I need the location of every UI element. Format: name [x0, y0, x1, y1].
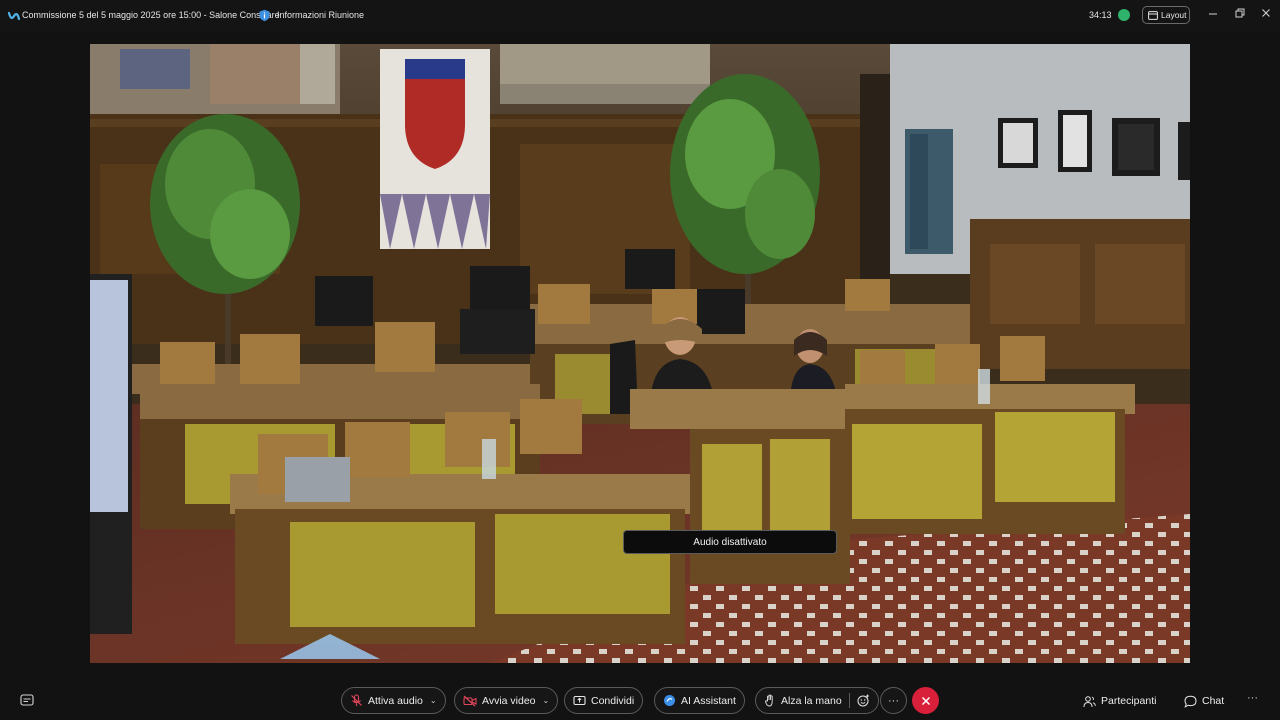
microphone-muted-icon — [351, 694, 362, 706]
layout-label: Layout — [1161, 10, 1187, 20]
video-feed[interactable]: Audio disattivato — [90, 44, 1190, 663]
divider — [848, 693, 850, 708]
participants-icon — [1083, 695, 1096, 707]
share-button[interactable]: Condividi — [564, 687, 644, 714]
close-x-icon — [921, 696, 930, 705]
camera-off-icon — [463, 695, 477, 706]
raise-hand-icon — [765, 694, 773, 707]
leave-meeting-button[interactable] — [912, 687, 939, 714]
overflow-menu-icon[interactable]: ··· — [1247, 692, 1258, 704]
participants-label: Partecipanti — [1101, 695, 1157, 707]
chevron-down-icon[interactable]: ⌄ — [430, 696, 437, 705]
meeting-timer: 34:13 — [1089, 10, 1112, 20]
participants-button[interactable]: Partecipanti — [1083, 692, 1156, 710]
audio-muted-toast: Audio disattivato — [623, 530, 837, 554]
start-video-button[interactable]: Avvia video ⌄ — [454, 687, 559, 714]
chat-bubble-icon — [1184, 695, 1197, 708]
chat-label: Chat — [1202, 695, 1225, 707]
chat-button[interactable]: Chat — [1184, 692, 1224, 710]
unmute-audio-label: Attiva audio — [368, 694, 423, 707]
meeting-title: Commissione 5 del 5 maggio 2025 ore 15:0… — [22, 10, 280, 20]
connection-status-dot[interactable] — [1118, 9, 1130, 21]
captions-icon[interactable] — [20, 693, 34, 707]
title-bar: Commissione 5 del 5 maggio 2025 ore 15:0… — [0, 0, 1280, 32]
layout-icon — [1148, 10, 1158, 20]
reactions-icon[interactable] — [857, 694, 870, 707]
minimize-icon[interactable] — [1206, 8, 1220, 22]
layout-button[interactable]: Layout — [1142, 6, 1190, 24]
share-screen-icon — [573, 695, 586, 705]
share-label: Condividi — [591, 694, 635, 707]
shield-info-icon[interactable] — [258, 9, 271, 22]
more-options-button[interactable]: ··· — [880, 687, 907, 714]
ai-assistant-icon — [664, 695, 675, 706]
raise-hand-label: Alza la mano — [781, 694, 842, 707]
raise-hand-button[interactable]: Alza la mano — [755, 687, 879, 714]
ai-assistant-button[interactable]: AI Assistant — [654, 687, 745, 714]
webex-app-icon — [8, 11, 20, 21]
ai-assistant-label: AI Assistant — [681, 694, 736, 707]
council-chamber-scene — [90, 44, 1190, 663]
start-video-label: Avvia video — [482, 694, 536, 707]
unmute-audio-button[interactable]: Attiva audio ⌄ — [341, 687, 446, 714]
meeting-info-link[interactable]: Informazioni Riunione — [277, 10, 364, 20]
close-icon[interactable] — [1259, 8, 1273, 22]
chevron-down-icon[interactable]: ⌄ — [543, 696, 550, 705]
restore-icon[interactable] — [1233, 8, 1247, 22]
